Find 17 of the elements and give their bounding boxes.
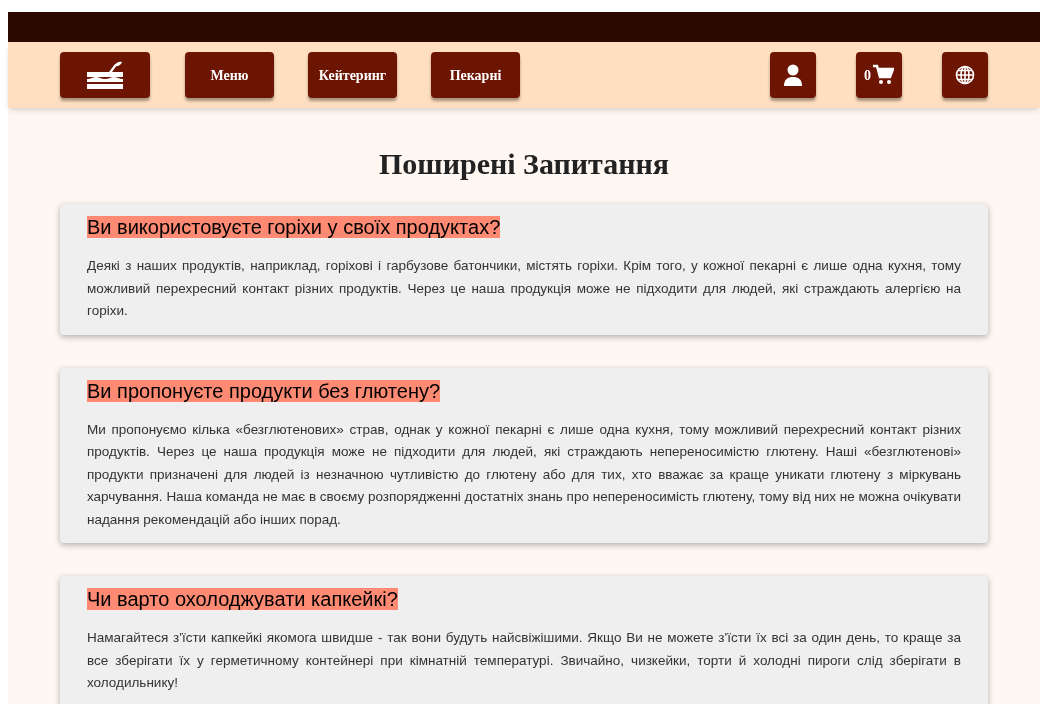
page-title: Поширені Запитання xyxy=(378,146,670,182)
user-icon xyxy=(783,64,803,86)
faq-question: Ви використовуєте горіхи у своїх продуктах? xyxy=(87,216,501,238)
faq-answer: Намагайтеся з'їсти капкейкі якомога швидше - так вони будуть найсвіжішими. Якщо Ви не можете з'їсти їх всі за один день, то краще за все зберігати їх у герметичному контейнері при кімнатній температурі. Звичайно, чизкейки, торти й холодні пироги слід зберігати в холодильнику! xyxy=(87,629,961,692)
logo-button[interactable] xyxy=(60,52,150,98)
faq-question: Чи варто охолоджувати капкейкі? xyxy=(87,588,398,610)
nav-link-button[interactable]: Кейтеринг xyxy=(308,52,397,98)
account-button[interactable] xyxy=(770,52,816,98)
language-button[interactable] xyxy=(942,52,988,98)
faq-question: Ви пропонуєте продукти без глютену? xyxy=(87,379,441,402)
faq-answer: Ми пропонуємо кілька «безглютенових» страв, однак у кожної пекарні є лише одна кухня, тому можливий перехресний контакт різних продуктів. Через це наша продукція може не підходити для людей, які страждають непереносимістю глютену. Наші «безглютенові» продукти призначені для людей із незначною чутливістю до глютену або для тих, хто вважає за краще уникати глютену з міркувань харчування. Наша команда не має в своєму розпорядженні достатніх знань про непереносимість глютену, тому від них не можна очікувати надання рекомендацій або інших порад. xyxy=(87,420,961,529)
faq-answer: Деякі з наших продуктів, наприклад, горіхові і гарбузове батончики, містять горіхи. Крім того, у кожної пекарні є лише одна кухня, тому можливий перехресний контакт різних продуктів. Через це наша продукція може не підходити для людей, які страждають алергією на горіхи. xyxy=(87,257,961,320)
cart-button[interactable]: 0 xyxy=(856,52,902,98)
nav-link-button[interactable]: Пекарні xyxy=(431,52,520,98)
globe-icon xyxy=(955,65,975,85)
cart-icon xyxy=(872,64,894,86)
nav-link-button[interactable]: Меню xyxy=(185,52,274,98)
